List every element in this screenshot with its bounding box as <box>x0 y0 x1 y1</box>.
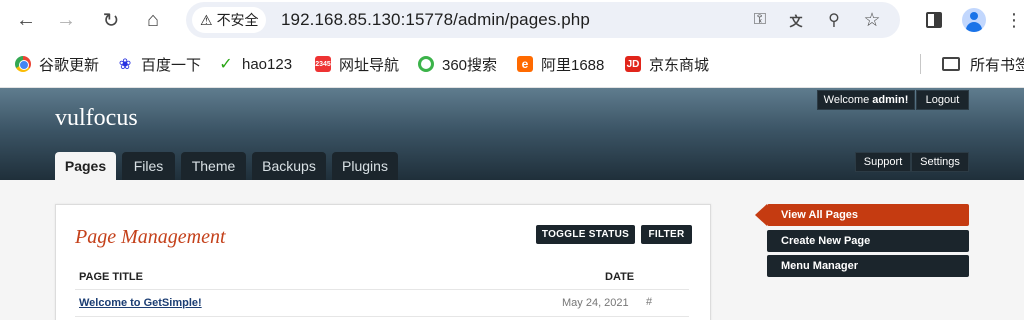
zoom-icon[interactable]: ⚲ <box>822 8 846 32</box>
arrow-right-icon[interactable]: → <box>50 4 82 36</box>
url-text[interactable]: 192.168.85.130:15778/admin/pages.php <box>281 10 590 30</box>
jd-icon: JD <box>625 56 641 72</box>
page-title-link[interactable]: Welcome to GetSimple! <box>79 297 202 309</box>
bookmarks-separator <box>920 54 921 74</box>
home-icon[interactable]: ⌂ <box>137 4 169 36</box>
column-header-title[interactable]: PAGE TITLE <box>79 271 143 283</box>
more-menu-icon[interactable]: ⋮ <box>998 4 1024 36</box>
support-button[interactable]: Support <box>855 152 911 172</box>
page-date: May 24, 2021 <box>562 297 629 309</box>
sidebar-item-label: Menu Manager <box>781 260 859 272</box>
hao123-icon: ✓ <box>219 56 233 73</box>
bookmark-label: 360搜索 <box>442 56 498 74</box>
bookmark-label: 京东商城 <box>649 56 710 74</box>
side-panel-icon[interactable] <box>918 4 950 36</box>
arrow-left-icon[interactable]: ← <box>10 4 42 36</box>
settings-button[interactable]: Settings <box>911 152 969 172</box>
welcome-user: admin! <box>872 94 909 106</box>
tab-files[interactable]: Files <box>122 152 175 180</box>
tab-backups[interactable]: Backups <box>252 152 326 180</box>
sidebar-item-label: View All Pages <box>781 209 859 221</box>
alibaba-icon: e <box>517 56 533 72</box>
toggle-status-button[interactable]: TOGGLE STATUS <box>536 225 635 244</box>
bookmark-label: 百度一下 <box>141 56 202 74</box>
page-management-panel: Page Management TOGGLE STATUS FILTER PAG… <box>55 204 711 320</box>
folder-icon <box>942 57 960 71</box>
sidebar-item-label: Create New Page <box>781 235 871 247</box>
address-bar[interactable]: ⚠ 不安全 192.168.85.130:15778/admin/pages.p… <box>186 2 900 38</box>
baidu-paw-icon: ❀ <box>118 56 132 73</box>
logout-button[interactable]: Logout <box>916 90 969 110</box>
bookmark-label: 谷歌更新 <box>39 56 100 74</box>
browser-toolbar: ← → ↻ ⌂ ⚠ 不安全 192.168.85.130:15778/admin… <box>0 0 1024 40</box>
reload-icon[interactable]: ↻ <box>95 4 127 36</box>
bookmark-label: 所有书签 <box>970 56 1024 74</box>
welcome-label: Welcome admin! <box>817 90 915 110</box>
sidebar-item-menu-manager[interactable]: Menu Manager <box>767 255 969 277</box>
admin-header: vulfocus Welcome admin! Logout Support Se… <box>0 88 1024 180</box>
tab-plugins[interactable]: Plugins <box>332 152 398 180</box>
bookmark-label: 网址导航 <box>339 56 400 74</box>
translate-icon[interactable]: 文 <box>784 8 808 32</box>
site-name[interactable]: vulfocus <box>55 105 138 132</box>
sidebar-item-view-all-pages[interactable]: View All Pages <box>755 204 969 226</box>
tab-theme[interactable]: Theme <box>181 152 246 180</box>
360-icon <box>418 56 434 72</box>
all-bookmarks-folder[interactable]: 所有书签 <box>942 54 1024 74</box>
key-icon[interactable]: ⚿ <box>748 8 772 32</box>
star-icon[interactable]: ☆ <box>860 8 884 32</box>
page-hash-link[interactable]: # <box>646 296 652 308</box>
welcome-prefix: Welcome <box>823 94 870 106</box>
tab-pages[interactable]: Pages <box>55 152 116 180</box>
2345-icon: 2345 <box>315 56 331 72</box>
bookmark-item[interactable]: ✓ hao123 <box>218 54 292 74</box>
sidebar-item-create-new-page[interactable]: Create New Page <box>767 230 969 252</box>
bookmark-item[interactable]: JD 京东商城 <box>625 54 709 74</box>
bookmark-item[interactable]: e 阿里1688 <box>517 54 604 74</box>
table-divider <box>75 316 689 317</box>
chrome-icon <box>15 56 31 72</box>
bookmark-label: 阿里1688 <box>541 56 605 74</box>
bookmark-item[interactable]: 2345 网址导航 <box>315 54 399 74</box>
bookmark-item[interactable]: ❀ 百度一下 <box>117 54 201 74</box>
security-label: 不安全 <box>216 12 259 28</box>
warning-icon: ⚠ <box>200 11 213 28</box>
bookmark-label: hao123 <box>242 55 293 73</box>
bookmark-item[interactable]: 360搜索 <box>418 54 497 74</box>
bookmark-item[interactable]: 谷歌更新 <box>15 54 99 74</box>
table-divider <box>75 289 689 290</box>
page-title: Page Management <box>75 226 226 248</box>
profile-avatar-icon[interactable] <box>958 4 990 36</box>
security-chip[interactable]: ⚠ 不安全 <box>192 7 266 33</box>
filter-button[interactable]: FILTER <box>641 225 692 244</box>
column-header-date[interactable]: DATE <box>605 271 634 283</box>
bookmarks-bar: 谷歌更新 ❀ 百度一下 ✓ hao123 2345 网址导航 360搜索 e 阿… <box>0 40 1024 88</box>
